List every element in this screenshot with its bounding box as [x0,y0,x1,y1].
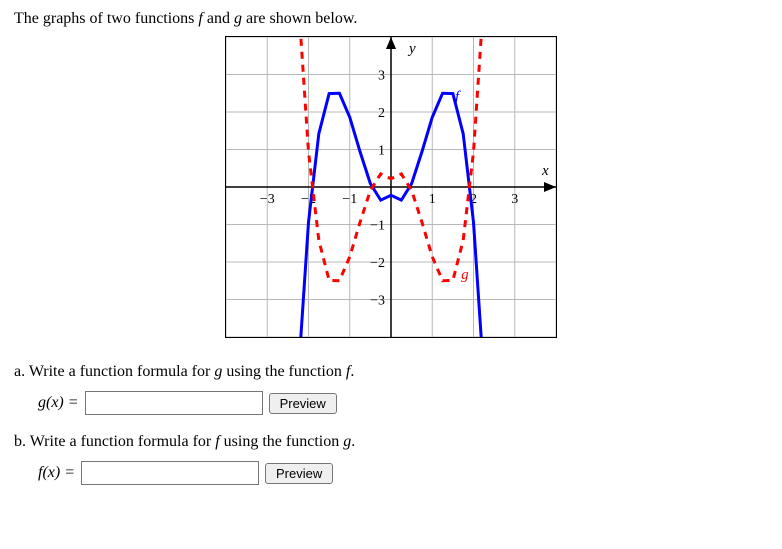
prompt-g: g [234,10,242,27]
question-b-mid: using the function [220,433,344,450]
svg-text:−2: −2 [370,256,385,271]
svg-text:−1: −1 [342,192,357,207]
svg-text:y: y [407,41,416,57]
question-a: a. Write a function formula for g using … [14,363,768,381]
preview-button-b[interactable]: Preview [265,463,333,484]
svg-text:1: 1 [429,192,436,207]
prompt-mid: and [203,10,234,27]
svg-text:−3: −3 [260,192,275,207]
question-b-post: . [351,433,355,450]
f-of-x-label: f(x) = [38,464,75,482]
svg-text:x: x [541,163,549,179]
prompt-text: The graphs of two functions f and g are … [14,10,768,28]
svg-text:g: g [461,267,469,283]
question-a-pre: a. Write a function formula for [14,363,214,380]
question-b: b. Write a function formula for f using … [14,433,768,451]
prompt-post: are shown below. [242,10,357,27]
g-of-x-label: g(x) = [38,394,79,412]
prompt-pre: The graphs of two functions [14,10,198,27]
svg-text:1: 1 [378,144,385,159]
svg-text:f: f [455,89,461,105]
svg-text:3: 3 [511,192,518,207]
g-of-x-input[interactable] [85,391,263,415]
question-a-mid: using the function [222,363,346,380]
function-graph: −3−2−1123−3−2−1123yxfg [225,36,557,338]
svg-text:−3: −3 [370,294,385,309]
svg-text:3: 3 [378,69,385,84]
question-b-pre: b. Write a function formula for [14,433,215,450]
f-of-x-input[interactable] [81,461,259,485]
preview-button-a[interactable]: Preview [269,393,337,414]
svg-text:−1: −1 [370,219,385,234]
question-a-post: . [350,363,354,380]
svg-text:2: 2 [378,106,385,121]
